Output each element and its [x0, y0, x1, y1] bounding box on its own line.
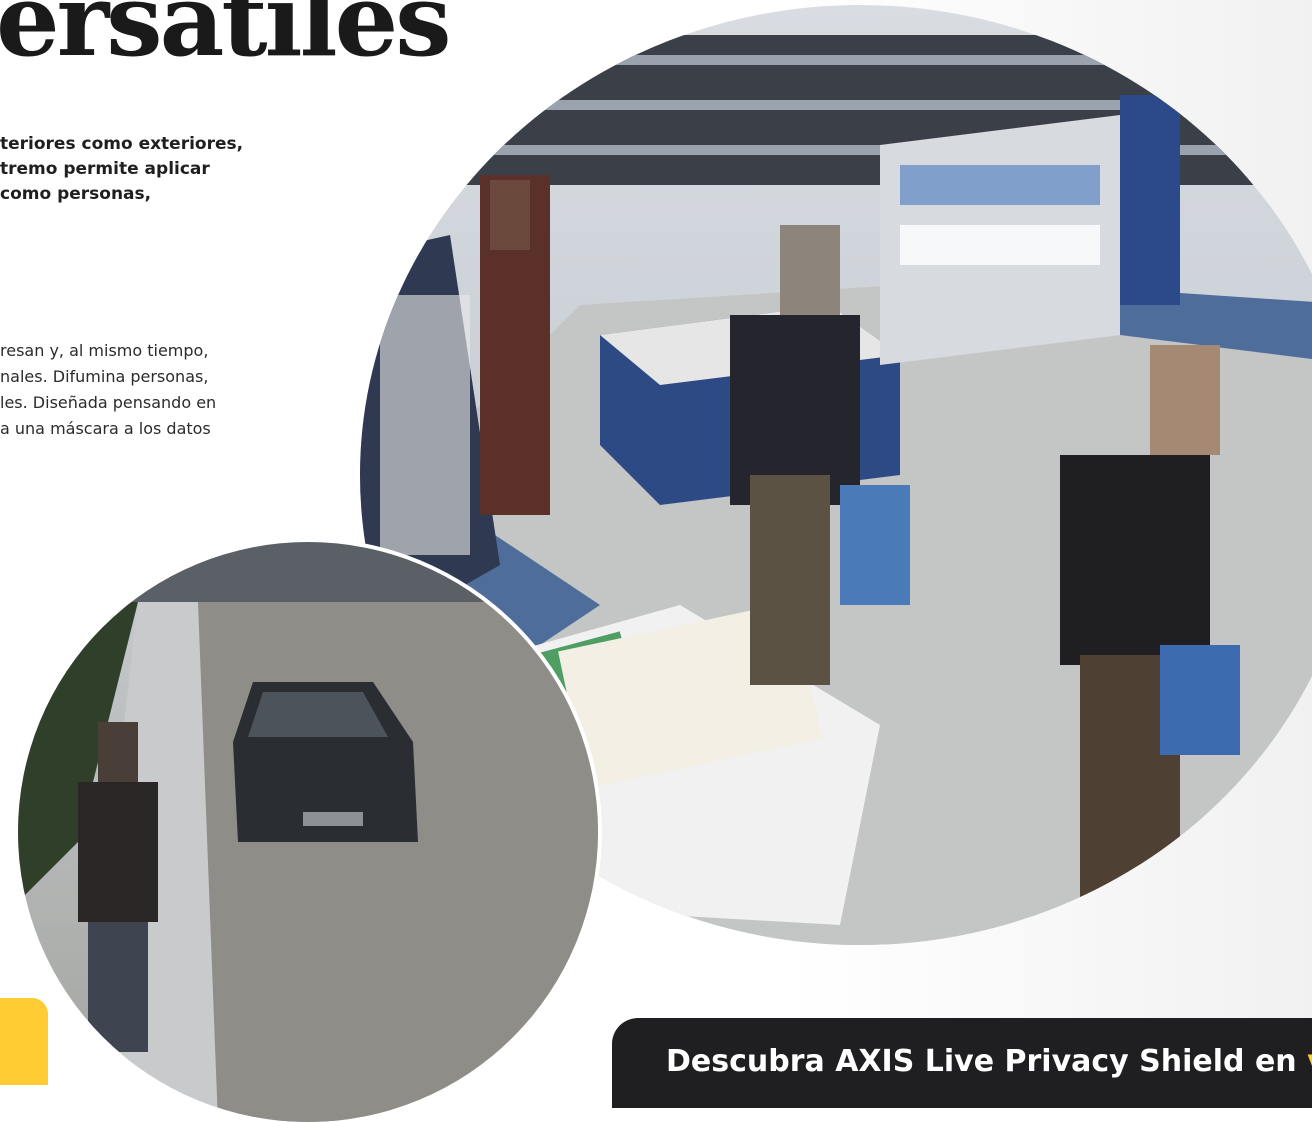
blurred-person-legs [750, 475, 830, 685]
body-line: nales. Difumina personas, [0, 367, 209, 386]
body-paragraph: resan y, al mismo tiempo, nales. Difumin… [0, 338, 290, 442]
banner-text: Descubra AXIS Live Privacy Shield en ví [666, 1044, 1312, 1079]
blurred-person-head [98, 722, 138, 782]
blurred-person-head [1150, 345, 1220, 455]
banner-text-accent: ví [1297, 1044, 1312, 1079]
blurred-bag [1160, 645, 1240, 755]
yellow-accent-tab [0, 998, 48, 1085]
blurred-bag [840, 485, 910, 605]
body-line: resan y, al mismo tiempo, [0, 341, 209, 360]
intro-line: como personas, [0, 184, 152, 204]
street-surveillance-photo [18, 542, 598, 1122]
body-line: les. Diseñada pensando en [0, 393, 217, 412]
blurred-person-head [780, 225, 840, 315]
blurred-license-plate [303, 812, 363, 826]
product-boxes [900, 225, 1100, 265]
left-shelf-products [380, 295, 470, 555]
body-line: a una máscara a los datos [0, 419, 211, 438]
blurred-person [78, 782, 158, 922]
intro-line: teriores como exteriores, [0, 134, 244, 154]
banner-text-main: Descubra AXIS Live Privacy Shield en [666, 1044, 1297, 1079]
blurred-person-head [490, 180, 530, 250]
headline: ersatiles [0, 0, 451, 79]
blurred-person [1060, 455, 1210, 665]
product-boxes [900, 165, 1100, 205]
intro-line: tremo permite aplicar [0, 159, 210, 179]
blue-pillar [1120, 95, 1180, 305]
discover-banner[interactable]: Descubra AXIS Live Privacy Shield en ví [612, 1018, 1312, 1108]
street-scene-illustration [18, 542, 598, 1122]
intro-paragraph: teriores como exteriores, tremo permite … [0, 132, 290, 207]
